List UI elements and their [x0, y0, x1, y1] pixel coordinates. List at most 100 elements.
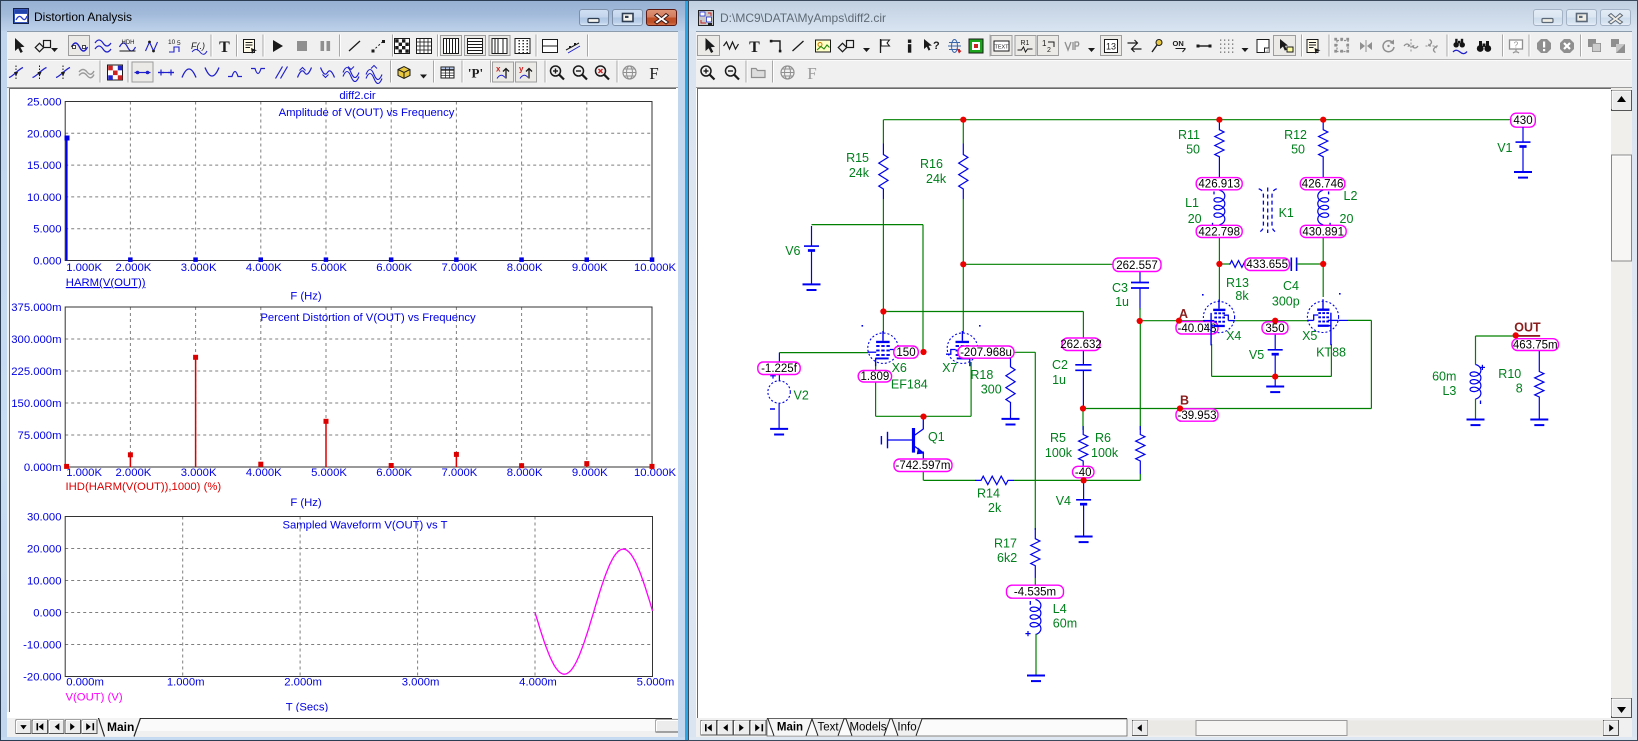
- svg-text:25.000: 25.000: [27, 97, 62, 109]
- svg-text:1.809: 1.809: [861, 371, 890, 383]
- svg-text:HDH: HDH: [122, 40, 135, 46]
- svg-text:Models: Models: [849, 722, 886, 734]
- svg-text:Amplitude of V(OUT) vs Frequen: Amplitude of V(OUT) vs Frequency: [279, 107, 455, 119]
- svg-text:X6: X6: [892, 361, 907, 375]
- svg-text:diff2.cir: diff2.cir: [339, 90, 375, 102]
- svg-text:IHD(HARM(V(OUT)),1000) (%): IHD(HARM(V(OUT)),1000) (%): [66, 481, 222, 493]
- svg-text:8.000K: 8.000K: [507, 262, 543, 274]
- svg-text:R6: R6: [1095, 431, 1111, 445]
- svg-text:24k: 24k: [926, 172, 947, 186]
- svg-text:V6: V6: [785, 244, 800, 258]
- svg-text:5: 5: [177, 40, 181, 47]
- svg-text:R13: R13: [1226, 276, 1249, 290]
- svg-text:0.000m: 0.000m: [24, 462, 62, 474]
- svg-text:y: y: [519, 65, 524, 74]
- svg-text:5.000K: 5.000K: [311, 262, 347, 274]
- svg-text:Main: Main: [107, 720, 134, 734]
- svg-text:F (Hz): F (Hz): [290, 291, 322, 303]
- svg-text:433.655: 433.655: [1246, 259, 1288, 271]
- svg-text:-39.953: -39.953: [1177, 410, 1216, 422]
- svg-text:13: 13: [1106, 42, 1116, 52]
- svg-text:-207.968u: -207.968u: [960, 347, 1012, 359]
- svg-text:430.891: 430.891: [1302, 226, 1344, 238]
- svg-text:10.000K: 10.000K: [634, 262, 677, 274]
- svg-text:300p: 300p: [1272, 295, 1300, 309]
- svg-text:5.000: 5.000: [33, 224, 61, 236]
- svg-text:1u: 1u: [1115, 295, 1129, 309]
- svg-text:8.000K: 8.000K: [507, 467, 543, 479]
- svg-text:10.000: 10.000: [27, 192, 62, 204]
- svg-text:C3: C3: [1112, 281, 1128, 295]
- svg-text:262.557: 262.557: [1116, 260, 1158, 272]
- svg-text:3.000K: 3.000K: [181, 262, 217, 274]
- svg-text:V(OUT) (V): V(OUT) (V): [66, 692, 123, 704]
- svg-text:-1.225f: -1.225f: [761, 363, 798, 375]
- svg-text:24k: 24k: [849, 166, 870, 180]
- svg-text:2: 2: [1047, 47, 1051, 54]
- svg-text:R10: R10: [1498, 367, 1521, 381]
- svg-text:V1: V1: [1497, 141, 1512, 155]
- svg-text:R11: R11: [1178, 128, 1200, 142]
- svg-text:T: T: [219, 39, 230, 56]
- svg-text:5.000K: 5.000K: [311, 467, 347, 479]
- svg-text:-10.000: -10.000: [23, 640, 61, 652]
- svg-text:L4: L4: [1053, 602, 1067, 616]
- svg-text:6.000K: 6.000K: [376, 467, 412, 479]
- svg-text:60m: 60m: [1053, 617, 1077, 631]
- svg-text:2k: 2k: [988, 501, 1002, 515]
- svg-text:V4: V4: [1056, 494, 1071, 508]
- svg-text:L2: L2: [1344, 189, 1358, 203]
- svg-text:8: 8: [1516, 382, 1523, 396]
- svg-text:T (Secs): T (Secs): [286, 702, 329, 713]
- svg-text:75.000m: 75.000m: [18, 430, 62, 442]
- svg-text:375.000m: 375.000m: [11, 302, 61, 314]
- svg-text:7.000K: 7.000K: [441, 262, 477, 274]
- svg-text:-742.597m: -742.597m: [896, 460, 951, 472]
- svg-text:T: T: [749, 39, 760, 56]
- svg-text:60m: 60m: [1432, 370, 1456, 384]
- svg-text:K1: K1: [1279, 206, 1294, 220]
- svg-text:20.000: 20.000: [27, 544, 62, 556]
- svg-text:463.75m: 463.75m: [1513, 340, 1558, 352]
- svg-text:422.798: 422.798: [1198, 226, 1240, 238]
- svg-text:1u: 1u: [1052, 373, 1066, 387]
- svg-text:R18: R18: [970, 368, 993, 382]
- svg-text:-4.535m: -4.535m: [1014, 587, 1056, 599]
- svg-text:9.000K: 9.000K: [572, 262, 608, 274]
- svg-text:20.000: 20.000: [27, 128, 62, 140]
- svg-text:2.000K: 2.000K: [115, 467, 151, 479]
- svg-text:20: 20: [1340, 212, 1354, 226]
- svg-text:F: F: [649, 64, 658, 83]
- svg-text:20: 20: [1188, 212, 1202, 226]
- svg-text:R14: R14: [977, 487, 1000, 501]
- svg-text:8k: 8k: [1235, 289, 1249, 303]
- svg-text:Info: Info: [897, 722, 916, 734]
- svg-text:7.000K: 7.000K: [441, 467, 477, 479]
- svg-text:F (Hz): F (Hz): [290, 497, 322, 509]
- svg-text:2.000m: 2.000m: [284, 677, 322, 689]
- svg-text:9.000K: 9.000K: [572, 467, 608, 479]
- svg-text:10.000: 10.000: [27, 576, 62, 588]
- svg-text:225.000m: 225.000m: [11, 366, 61, 378]
- svg-text:HARM(V(OUT)): HARM(V(OUT)): [66, 277, 146, 289]
- svg-text:4.000K: 4.000K: [246, 262, 282, 274]
- svg-text:150.000m: 150.000m: [11, 398, 61, 410]
- svg-text:430: 430: [1513, 115, 1532, 127]
- svg-text:Q1: Q1: [928, 430, 945, 444]
- svg-text:x: x: [496, 65, 501, 74]
- svg-text:X4: X4: [1226, 329, 1241, 343]
- svg-text:10: 10: [168, 39, 176, 46]
- svg-text:?: ?: [1514, 41, 1519, 50]
- svg-text:V2: V2: [794, 389, 809, 403]
- svg-text:350: 350: [1265, 323, 1284, 335]
- svg-text:Percent Distortion of V(OUT) v: Percent Distortion of V(OUT) vs Frequenc…: [260, 312, 476, 324]
- svg-text:F(.): F(.): [191, 41, 205, 51]
- svg-text:Text: Text: [817, 722, 839, 734]
- svg-text:3.000m: 3.000m: [402, 677, 440, 689]
- svg-text:0.000: 0.000: [33, 608, 61, 620]
- svg-text:?: ?: [933, 40, 940, 52]
- svg-text:OUT: OUT: [1514, 321, 1541, 335]
- svg-text:3.000K: 3.000K: [181, 467, 217, 479]
- svg-text:X5: X5: [1302, 329, 1317, 343]
- svg-text:F: F: [807, 64, 816, 83]
